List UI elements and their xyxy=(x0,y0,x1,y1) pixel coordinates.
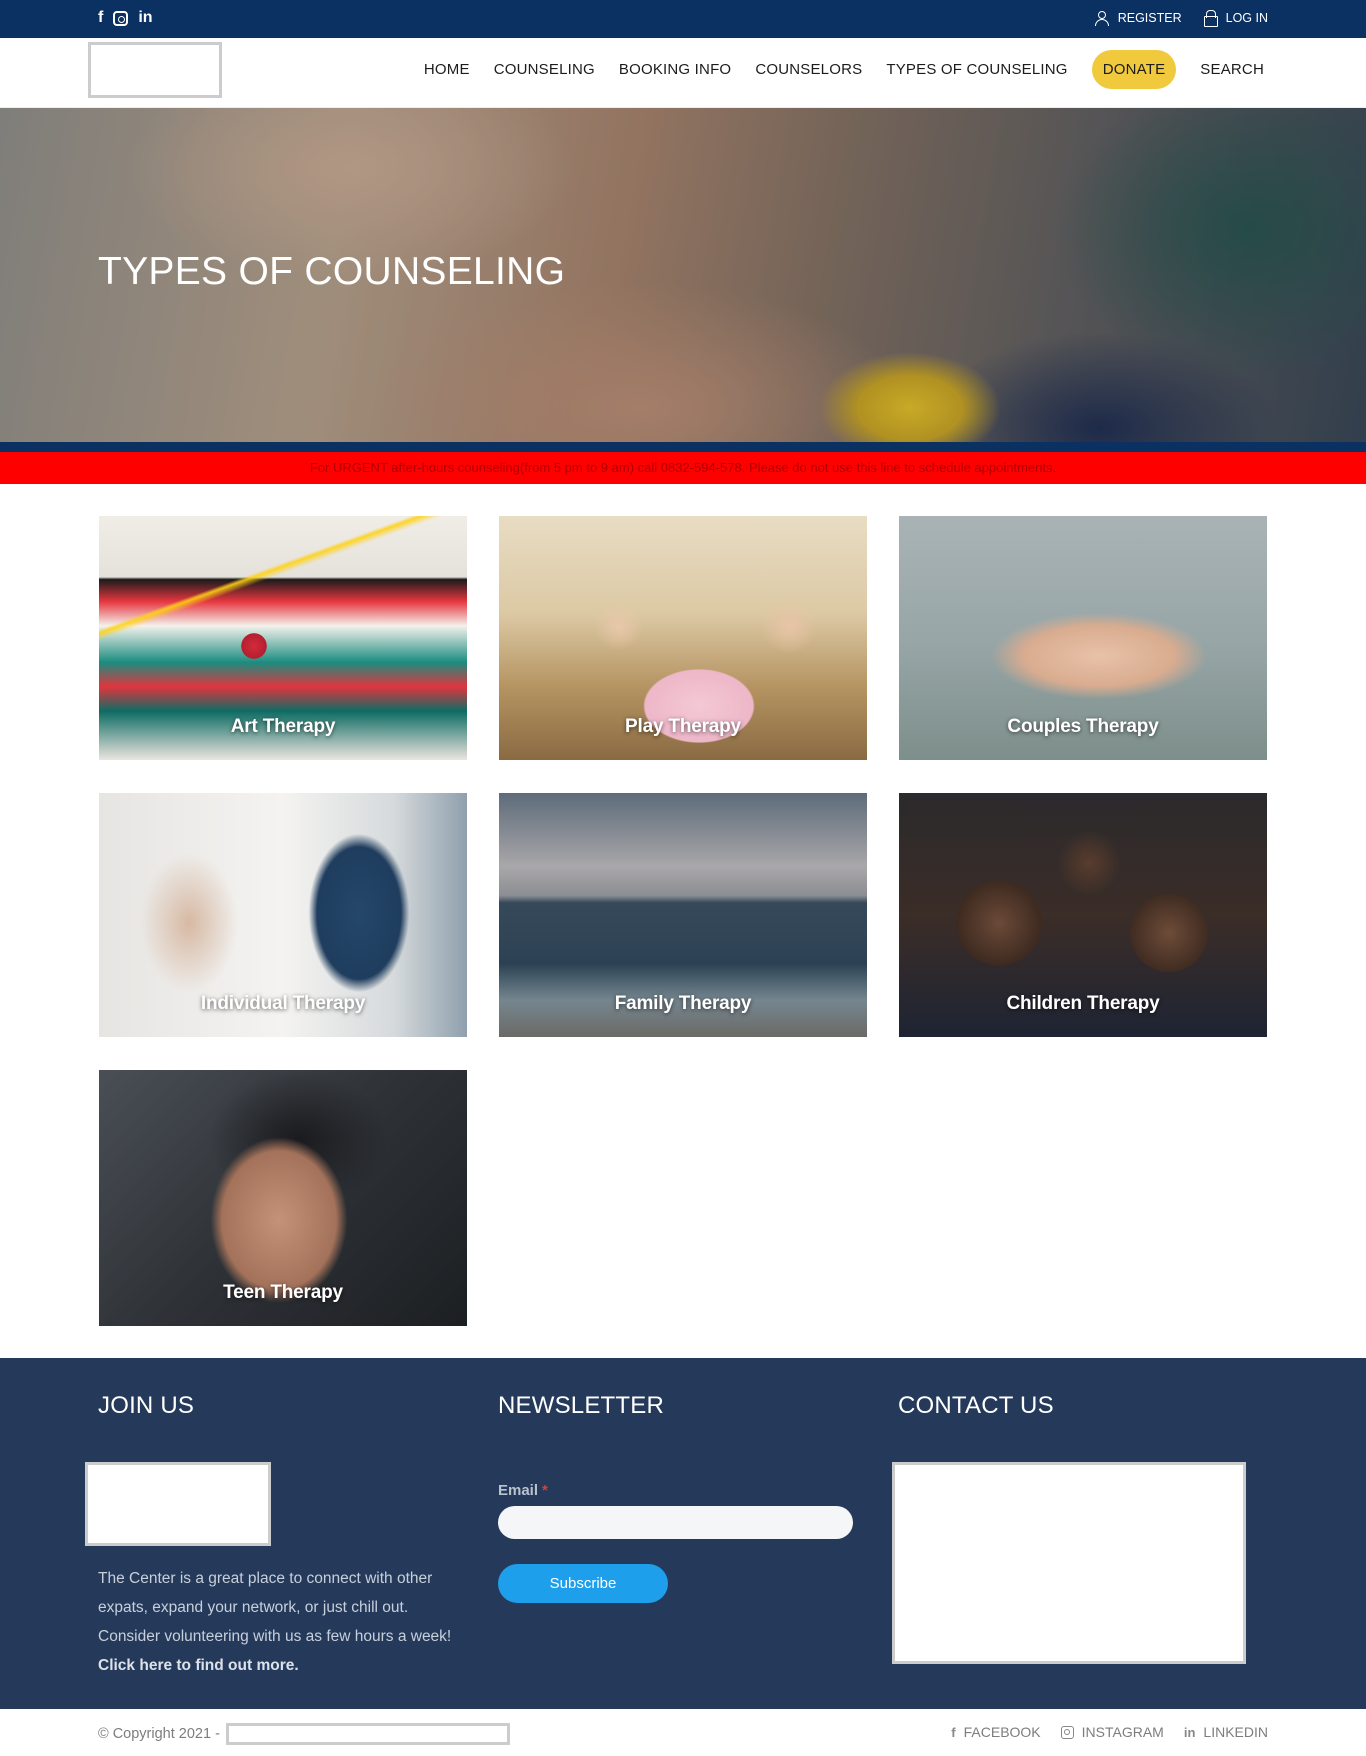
site-logo[interactable] xyxy=(88,42,222,98)
page-title: TYPES OF COUNSELING xyxy=(98,250,566,293)
nav-types-of-counseling[interactable]: TYPES OF COUNSELING xyxy=(874,51,1079,88)
register-link[interactable]: REGISTER xyxy=(1094,10,1182,26)
therapy-card-label: Art Therapy xyxy=(230,716,336,737)
contact-map[interactable] xyxy=(892,1462,1246,1664)
bottom-instagram-label: INSTAGRAM xyxy=(1081,1724,1164,1740)
bottom-linkedin-label: LINKEDIN xyxy=(1203,1724,1268,1740)
site-footer: JOIN US The Center is a great place to c… xyxy=(0,1358,1366,1709)
nav-counselors[interactable]: COUNSELORS xyxy=(743,51,874,88)
therapy-card-play[interactable]: Play Therapy xyxy=(499,516,867,760)
therapy-card-couples[interactable]: Couples Therapy xyxy=(899,516,1267,760)
linkedin-icon: in xyxy=(1183,1724,1196,1740)
find-out-more-link[interactable]: Click here to find out more. xyxy=(98,1651,470,1680)
bottom-facebook-label: FACEBOOK xyxy=(963,1724,1041,1740)
required-mark: * xyxy=(542,1482,548,1499)
nav-booking-info[interactable]: BOOKING INFO xyxy=(607,51,743,88)
facebook-icon: f xyxy=(951,1724,956,1740)
join-us-text: The Center is a great place to connect w… xyxy=(98,1564,470,1680)
join-us-image xyxy=(85,1462,271,1546)
email-label-text: Email xyxy=(498,1482,539,1499)
facebook-icon[interactable]: f xyxy=(98,9,103,27)
join-us-section: JOIN US The Center is a great place to c… xyxy=(85,1392,468,1674)
login-label: LOG IN xyxy=(1225,10,1268,25)
email-label: Email * xyxy=(498,1482,548,1499)
login-link[interactable]: LOG IN xyxy=(1203,10,1268,27)
copyright-site-name[interactable] xyxy=(225,1723,510,1745)
therapy-card-label: Teen Therapy xyxy=(223,1282,343,1303)
nav-home[interactable]: HOME xyxy=(412,51,482,88)
donate-button[interactable]: DONATE xyxy=(1091,50,1177,89)
linkedin-icon[interactable]: in xyxy=(138,9,152,27)
copyright: © Copyright 2021 - xyxy=(98,1723,510,1745)
copyright-text: © Copyright 2021 - xyxy=(98,1726,220,1742)
bottom-facebook-link[interactable]: f FACEBOOK xyxy=(951,1724,1040,1740)
therapy-card-family[interactable]: Family Therapy xyxy=(499,793,867,1037)
subscribe-button[interactable]: Subscribe xyxy=(498,1564,668,1603)
join-us-description: The Center is a great place to connect w… xyxy=(98,1570,452,1645)
top-bar: f in REGISTER LOG IN xyxy=(0,0,1366,38)
nav-counseling[interactable]: COUNSELING xyxy=(482,51,607,88)
email-field[interactable] xyxy=(498,1506,853,1539)
bottom-bar: © Copyright 2021 - f FACEBOOK INSTAGRAM … xyxy=(0,1709,1366,1756)
therapy-card-individual[interactable]: Individual Therapy xyxy=(99,793,467,1037)
therapy-card-children[interactable]: Children Therapy xyxy=(899,793,1267,1037)
register-label: REGISTER xyxy=(1117,10,1182,25)
contact-us-title: CONTACT US xyxy=(898,1392,1054,1419)
hero-divider xyxy=(0,442,1366,452)
lock-icon xyxy=(1203,10,1218,27)
hero-banner: TYPES OF COUNSELING xyxy=(0,108,1366,442)
therapy-card-label: Children Therapy xyxy=(1006,993,1160,1014)
contact-us-section: CONTACT US xyxy=(892,1392,1258,1664)
therapy-card-label: Individual Therapy xyxy=(200,993,366,1014)
user-icon xyxy=(1094,10,1109,26)
account-links: REGISTER LOG IN xyxy=(1094,10,1268,27)
therapy-card-art[interactable]: Art Therapy xyxy=(99,516,467,760)
instagram-icon[interactable] xyxy=(113,10,129,26)
main-nav: HOME COUNSELING BOOKING INFO COUNSELORS … xyxy=(412,50,1276,89)
site-header: HOME COUNSELING BOOKING INFO COUNSELORS … xyxy=(0,38,1366,108)
bottom-social-links: f FACEBOOK INSTAGRAM in LINKEDIN xyxy=(951,1724,1268,1740)
newsletter-section: NEWSLETTER Email * Subscribe xyxy=(498,1392,854,1603)
therapy-card-label: Couples Therapy xyxy=(1007,716,1159,737)
instagram-icon xyxy=(1060,1725,1074,1739)
therapy-card-label: Play Therapy xyxy=(625,716,741,737)
therapy-card-teen[interactable]: Teen Therapy xyxy=(99,1070,467,1326)
newsletter-title: NEWSLETTER xyxy=(498,1392,665,1419)
bottom-linkedin-link[interactable]: in LINKEDIN xyxy=(1184,1724,1268,1740)
therapy-card-label: Family Therapy xyxy=(614,993,752,1014)
social-links: f in xyxy=(98,9,153,27)
nav-search[interactable]: SEARCH xyxy=(1188,51,1276,88)
urgent-notice: For URGENT after-hours counseling(from 5… xyxy=(0,452,1366,484)
bottom-instagram-link[interactable]: INSTAGRAM xyxy=(1060,1724,1164,1740)
join-us-title: JOIN US xyxy=(98,1392,195,1419)
